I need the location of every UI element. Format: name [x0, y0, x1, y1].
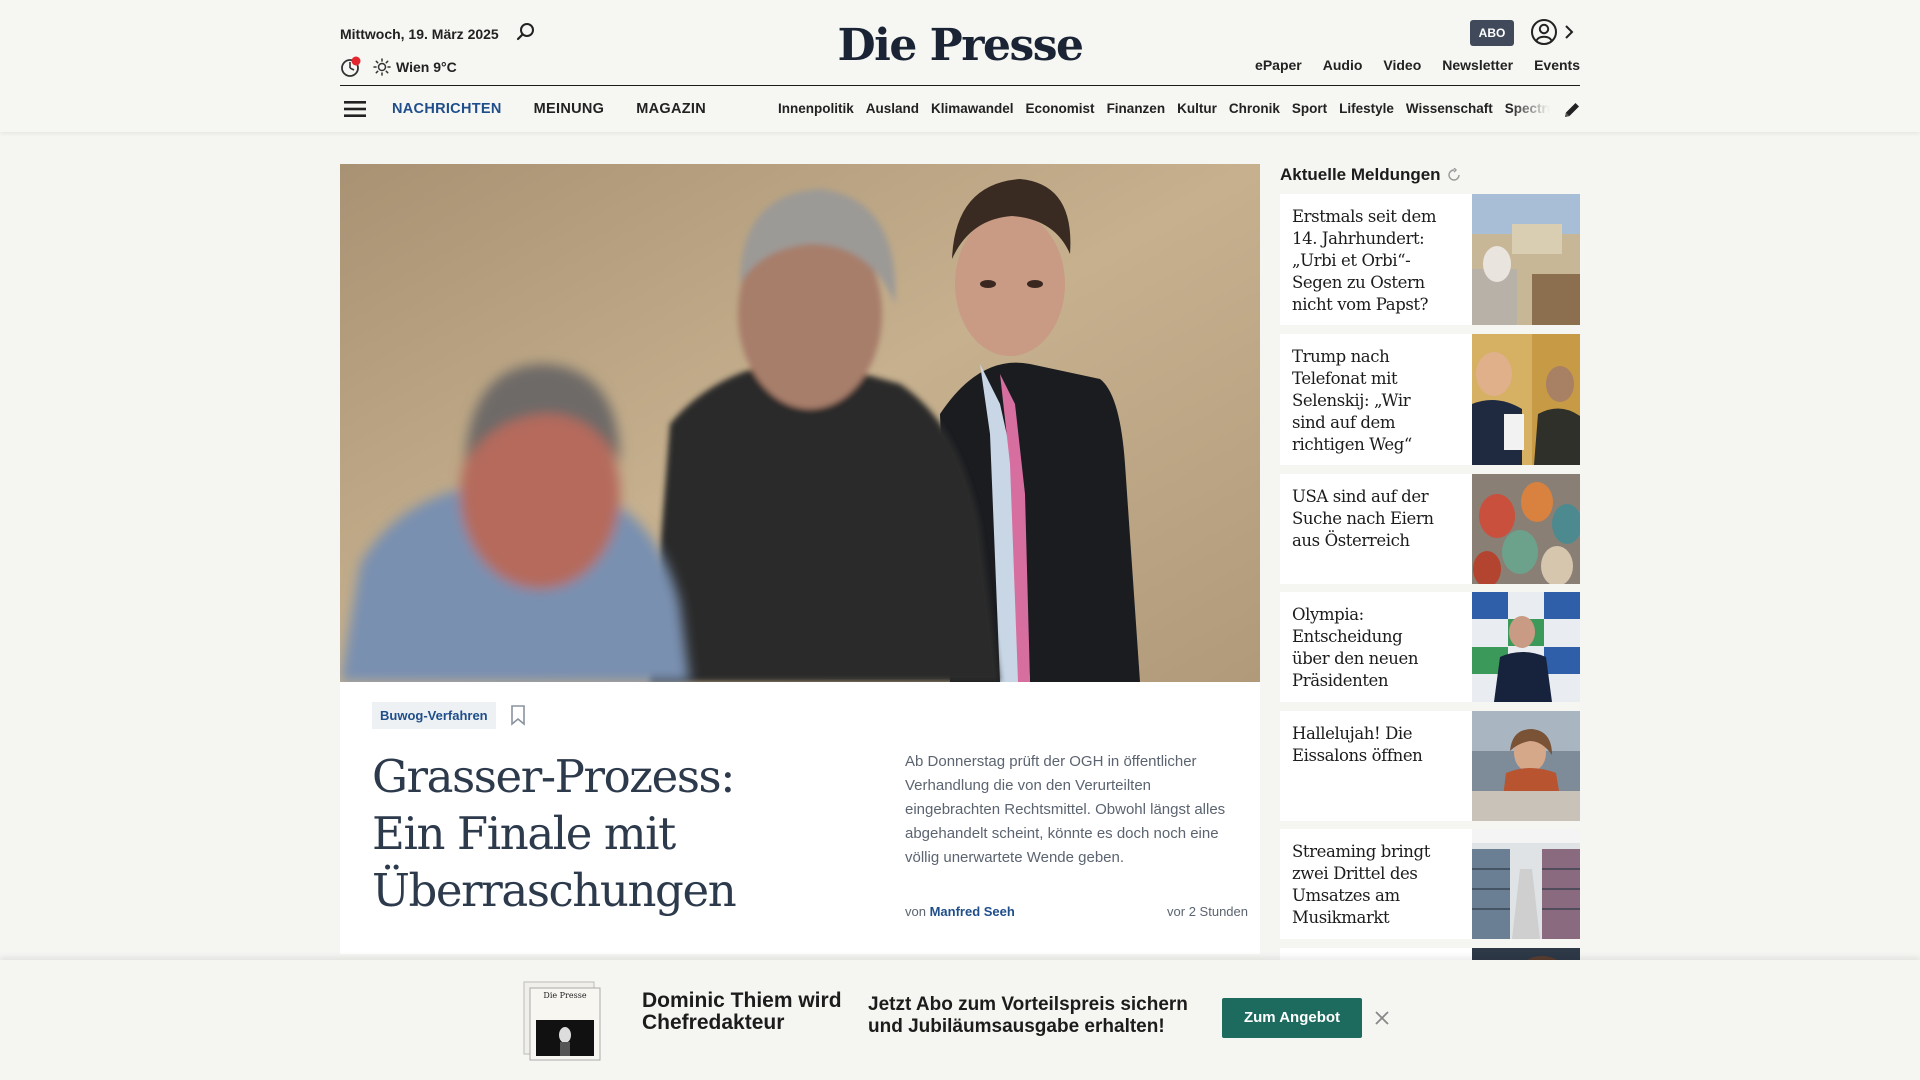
pencil-edit-icon[interactable] — [1562, 100, 1582, 120]
news-item-title[interactable]: Trump nach Telefonat mit Selenskij: „Wir… — [1292, 346, 1442, 456]
subnav-link-finanzen[interactable]: Finanzen — [1107, 101, 1166, 116]
section-tab-magazin[interactable]: MAGAZIN — [636, 101, 706, 117]
header-divider — [340, 85, 1580, 86]
news-thumbnail[interactable] — [1472, 194, 1580, 325]
article-teaser: Ab Donnerstag prüft der OGH in öffentlic… — [905, 753, 1226, 866]
publish-time: vor 2 Stunden — [1167, 904, 1248, 919]
news-thumbnail[interactable] — [1472, 334, 1580, 465]
subnav-link-spectrum[interactable]: Spectrum — [1505, 101, 1550, 116]
news-item[interactable]: Hallelujah! Die Eissalons öffnen — [1280, 711, 1580, 821]
section-tab-nachrichten[interactable]: NACHRICHTEN — [392, 101, 502, 117]
news-item-title[interactable]: Erstmals seit dem 14. Jahrhundert: „Urbi… — [1292, 206, 1442, 316]
hero-image[interactable] — [340, 164, 1260, 682]
article-headline[interactable]: Grasser-Prozess: Ein Finale mit Überrasc… — [372, 748, 812, 919]
news-item-title[interactable]: Streaming bringt zwei Drittel des Umsatz… — [1292, 841, 1442, 929]
news-item-title[interactable]: USA sind auf der Suche nach Eiern aus Ös… — [1292, 486, 1442, 552]
subnav-link-economist[interactable]: Economist — [1026, 101, 1095, 116]
news-thumbnail[interactable] — [1472, 474, 1580, 584]
latest-news-sidebar: Aktuelle Meldungen Erstmals seit dem 14.… — [1280, 164, 1580, 978]
hero-article: Buwog-Verfahren Grasser-Prozess: Ein Fin… — [340, 164, 1260, 954]
service-link-epaper[interactable]: ePaper — [1255, 57, 1302, 73]
subscription-promo-bar: Die Presse Dominic Thiem wird Chefredakt… — [0, 960, 1920, 1080]
topic-tag[interactable]: Buwog-Verfahren — [372, 702, 496, 729]
subnav-link-lifestyle[interactable]: Lifestyle — [1339, 101, 1394, 116]
news-item[interactable]: Trump nach Telefonat mit Selenskij: „Wir… — [1280, 334, 1580, 465]
article-byline: von Manfred Seeh — [905, 904, 1015, 919]
newspaper-cover-image: Die Presse — [523, 981, 601, 1061]
services-nav: ePaper Audio Video Newsletter Events — [1255, 57, 1580, 73]
header-inner: Mittwoch, 19. März 2025 Wien 9°C Die Pre… — [340, 0, 1580, 132]
news-thumbnail[interactable] — [1472, 711, 1580, 821]
close-icon[interactable] — [1374, 1010, 1390, 1026]
service-link-newsletter[interactable]: Newsletter — [1442, 57, 1513, 73]
news-item[interactable]: Streaming bringt zwei Drittel des Umsatz… — [1280, 829, 1580, 939]
subnav-link-wissenschaft[interactable]: Wissenschaft — [1406, 101, 1493, 116]
cover-logo: Die Presse — [543, 991, 586, 1000]
news-item-title[interactable]: Olympia: Entscheidung über den neuen Prä… — [1292, 604, 1442, 692]
promo-offer-text: Jetzt Abo zum Vorteilspreis sichern und … — [868, 994, 1188, 1037]
hamburger-menu-icon[interactable] — [344, 100, 366, 118]
sidebar-title: Aktuelle Meldungen — [1280, 165, 1441, 184]
abo-button[interactable]: ABO — [1470, 20, 1514, 46]
byline-prefix: von — [905, 904, 926, 919]
news-item[interactable]: Olympia: Entscheidung über den neuen Prä… — [1280, 592, 1580, 702]
news-item[interactable]: Erstmals seit dem 14. Jahrhundert: „Urbi… — [1280, 194, 1580, 325]
subnav-link-innenpolitik[interactable]: Innenpolitik — [778, 101, 854, 116]
news-item[interactable]: USA sind auf der Suche nach Eiern aus Ös… — [1280, 474, 1580, 584]
service-link-events[interactable]: Events — [1534, 57, 1580, 73]
subsection-nav: Innenpolitik Ausland Klimawandel Economist F… — [778, 101, 1550, 116]
subnav-link-chronik[interactable]: Chronik — [1229, 101, 1280, 116]
news-item-title[interactable]: Hallelujah! Die Eissalons öffnen — [1292, 723, 1442, 767]
service-link-video[interactable]: Video — [1383, 57, 1421, 73]
section-tab-meinung[interactable]: MEINUNG — [534, 101, 605, 117]
news-thumbnail[interactable] — [1472, 592, 1580, 702]
sidebar-heading: Aktuelle Meldungen — [1280, 164, 1580, 186]
user-account-icon[interactable] — [1530, 18, 1558, 46]
subnav-link-sport[interactable]: Sport — [1292, 101, 1327, 116]
subnav-link-kultur[interactable]: Kultur — [1177, 101, 1217, 116]
news-thumbnail[interactable] — [1472, 829, 1580, 939]
refresh-icon — [1447, 168, 1460, 181]
subnav-link-klimawandel[interactable]: Klimawandel — [931, 101, 1014, 116]
promo-headline: Dominic Thiem wird Chefredakteur — [642, 989, 842, 1034]
promo-offer-button[interactable]: Zum Angebot — [1222, 998, 1362, 1038]
main-sections-nav: NACHRICHTEN MEINUNG MAGAZIN — [392, 101, 706, 117]
chevron-right-icon[interactable] — [1562, 22, 1576, 42]
service-link-audio[interactable]: Audio — [1323, 57, 1363, 73]
subnav-link-ausland[interactable]: Ausland — [866, 101, 919, 116]
author-link[interactable]: Manfred Seeh — [930, 904, 1015, 919]
bookmark-icon[interactable] — [510, 704, 526, 726]
site-header: Mittwoch, 19. März 2025 Wien 9°C Die Pre… — [0, 0, 1920, 132]
